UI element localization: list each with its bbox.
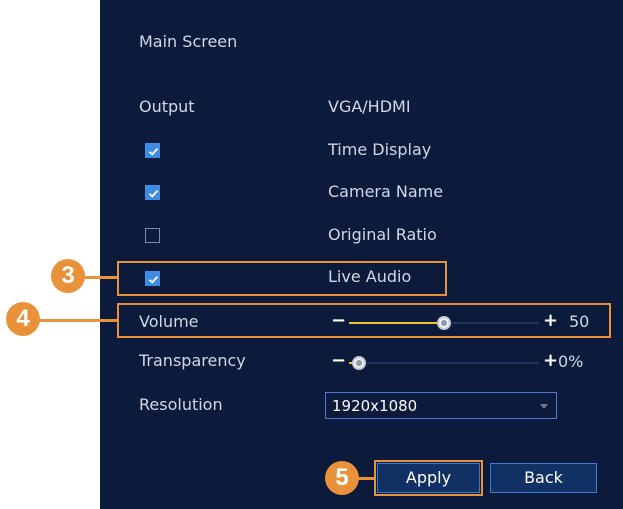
original-ratio-checkbox[interactable]: [145, 228, 160, 243]
checkmark-icon: [148, 189, 159, 198]
time-display-label: Time Display: [328, 140, 432, 159]
callout-3-badge: 3: [51, 259, 85, 293]
resolution-value: 1920x1080: [332, 397, 418, 415]
original-ratio-label: Original Ratio: [328, 225, 437, 244]
camera-name-checkbox[interactable]: [145, 185, 160, 200]
resolution-dropdown[interactable]: 1920x1080: [325, 392, 557, 419]
time-display-checkbox[interactable]: [145, 143, 160, 158]
transparency-slider-knob[interactable]: [352, 356, 366, 370]
apply-highlight: [374, 460, 483, 496]
transparency-slider-track[interactable]: [349, 362, 539, 364]
back-button[interactable]: Back: [490, 463, 597, 493]
output-label: Output: [139, 97, 195, 116]
page-title: Main Screen: [139, 32, 238, 51]
transparency-plus-button[interactable]: +: [543, 351, 558, 371]
settings-panel: [100, 0, 623, 509]
callout-5-badge: 5: [325, 461, 359, 495]
callout-4-badge: 4: [6, 302, 40, 336]
output-value: VGA/HDMI: [328, 97, 411, 116]
resolution-label: Resolution: [139, 395, 223, 414]
live-audio-highlight: [117, 261, 447, 296]
dropdown-arrow-icon: [540, 404, 548, 409]
transparency-value: 0%: [558, 352, 584, 371]
camera-name-label: Camera Name: [328, 182, 444, 201]
callout-4-line: [36, 319, 118, 322]
transparency-label: Transparency: [139, 351, 246, 370]
volume-highlight: [117, 303, 611, 338]
transparency-minus-button[interactable]: −: [331, 351, 346, 371]
checkmark-icon: [148, 147, 159, 156]
callout-3-line: [82, 276, 118, 279]
